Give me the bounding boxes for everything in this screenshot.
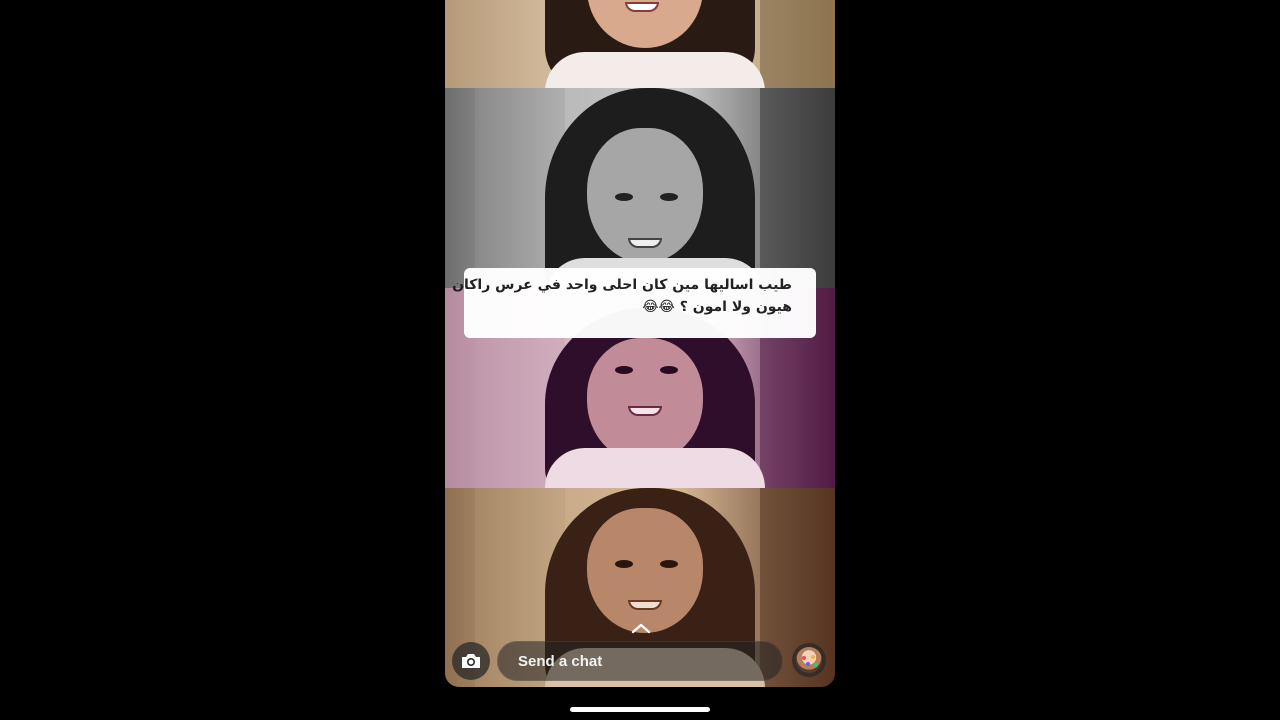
video-panel-1 [445, 0, 835, 88]
bitmoji-avatar-icon [796, 647, 822, 673]
chevron-up-icon[interactable] [631, 622, 651, 634]
send-chat-placeholder: Send a chat [518, 652, 603, 670]
send-chat-input[interactable]: Send a chat [497, 641, 783, 681]
video-panel-2 [445, 88, 835, 288]
bitmoji-avatar-button[interactable] [792, 643, 826, 677]
camera-icon [462, 654, 480, 668]
story-caption: طيب اساليها مين كان احلى واحد في عرس راك… [452, 268, 816, 338]
screen: طيب اساليها مين كان احلى واحد في عرس راك… [0, 0, 1280, 720]
home-indicator[interactable] [570, 707, 710, 712]
caption-line-2: هيون ولا امون ؟ 😂😂 [642, 299, 792, 315]
camera-button[interactable] [452, 642, 490, 680]
story-viewer[interactable] [445, 0, 835, 687]
caption-line-1: طيب اساليها مين كان احلى واحد في عرس راك… [452, 277, 792, 293]
